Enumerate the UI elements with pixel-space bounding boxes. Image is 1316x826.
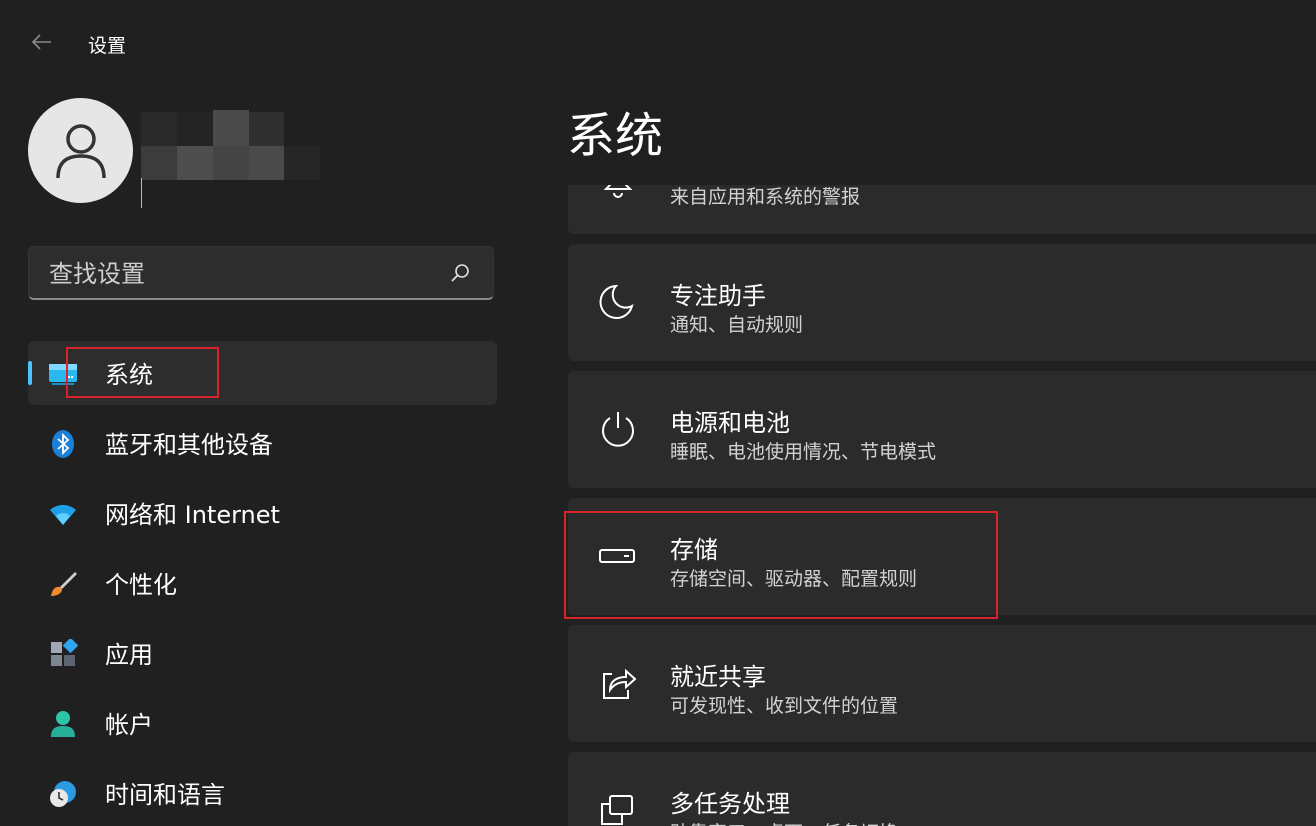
power-icon xyxy=(602,412,634,447)
nav-label-accounts: 帐户 xyxy=(105,711,153,739)
nav-label-bluetooth: 蓝牙和其他设备 xyxy=(105,431,273,459)
nav-item-accounts[interactable]: 帐户 xyxy=(28,691,497,755)
card-title-multitasking: 多任务处理 xyxy=(670,790,790,818)
card-title-power-battery: 电源和电池 xyxy=(670,409,790,437)
card-title-nearby-sharing: 就近共享 xyxy=(670,663,766,691)
bluetooth-icon xyxy=(52,430,74,458)
multitasking-icon xyxy=(601,795,633,825)
card-multitasking[interactable]: 多任务处理 贴靠窗口、桌面、任务切换 xyxy=(568,752,1316,826)
card-focus-assist[interactable]: 专注助手 通知、自动规则 xyxy=(568,244,1316,361)
card-subtitle-power-battery: 睡眠、电池使用情况、节电模式 xyxy=(670,441,937,463)
selection-indicator xyxy=(28,361,32,385)
nav-item-apps[interactable]: 应用 xyxy=(28,621,497,685)
card-subtitle-notifications: 来自应用和系统的警报 xyxy=(670,186,861,208)
card-power-battery[interactable]: 电源和电池 睡眠、电池使用情况、节电模式 xyxy=(568,371,1316,488)
avatar[interactable] xyxy=(28,98,133,203)
card-subtitle-focus-assist: 通知、自动规则 xyxy=(670,314,804,336)
notification-bell-icon xyxy=(603,185,633,198)
account-icon xyxy=(51,711,75,737)
brush-icon xyxy=(51,572,77,596)
nav-label-personalization: 个性化 xyxy=(105,571,177,599)
nav-label-apps: 应用 xyxy=(105,641,153,669)
nav-label-network: 网络和 Internet xyxy=(105,501,280,529)
nav-item-bluetooth[interactable]: 蓝牙和其他设备 xyxy=(28,411,497,475)
person-icon xyxy=(55,123,106,178)
nav-label-time-language: 时间和语言 xyxy=(105,781,225,809)
search-icon[interactable] xyxy=(449,262,471,284)
card-subtitle-multitasking: 贴靠窗口、桌面、任务切换 xyxy=(670,818,898,826)
back-button[interactable] xyxy=(28,28,56,56)
back-arrow-icon xyxy=(31,34,51,50)
nav-item-time-language[interactable]: 时间和语言 xyxy=(28,761,497,825)
card-title-focus-assist: 专注助手 xyxy=(670,282,766,310)
page-title: 系统 xyxy=(567,108,664,164)
share-icon xyxy=(603,668,637,699)
apps-icon xyxy=(51,639,78,666)
app-title: 设置 xyxy=(88,35,127,57)
moon-icon xyxy=(599,284,634,319)
nav-item-personalization[interactable]: 个性化 xyxy=(28,551,497,615)
card-subtitle-nearby-sharing: 可发现性、收到文件的位置 xyxy=(670,695,899,717)
search-input[interactable] xyxy=(47,257,451,291)
search-box[interactable] xyxy=(28,246,494,300)
wifi-icon xyxy=(50,504,76,525)
clock-globe-icon xyxy=(50,781,76,807)
highlight-box-storage xyxy=(564,511,998,619)
card-nearby-sharing[interactable]: 就近共享 可发现性、收到文件的位置 xyxy=(568,625,1316,742)
highlight-box-system xyxy=(66,347,219,398)
text-cursor xyxy=(141,178,142,208)
card-notifications[interactable]: 来自应用和系统的警报 xyxy=(568,185,1316,234)
nav-item-network[interactable]: 网络和 Internet xyxy=(28,481,497,545)
